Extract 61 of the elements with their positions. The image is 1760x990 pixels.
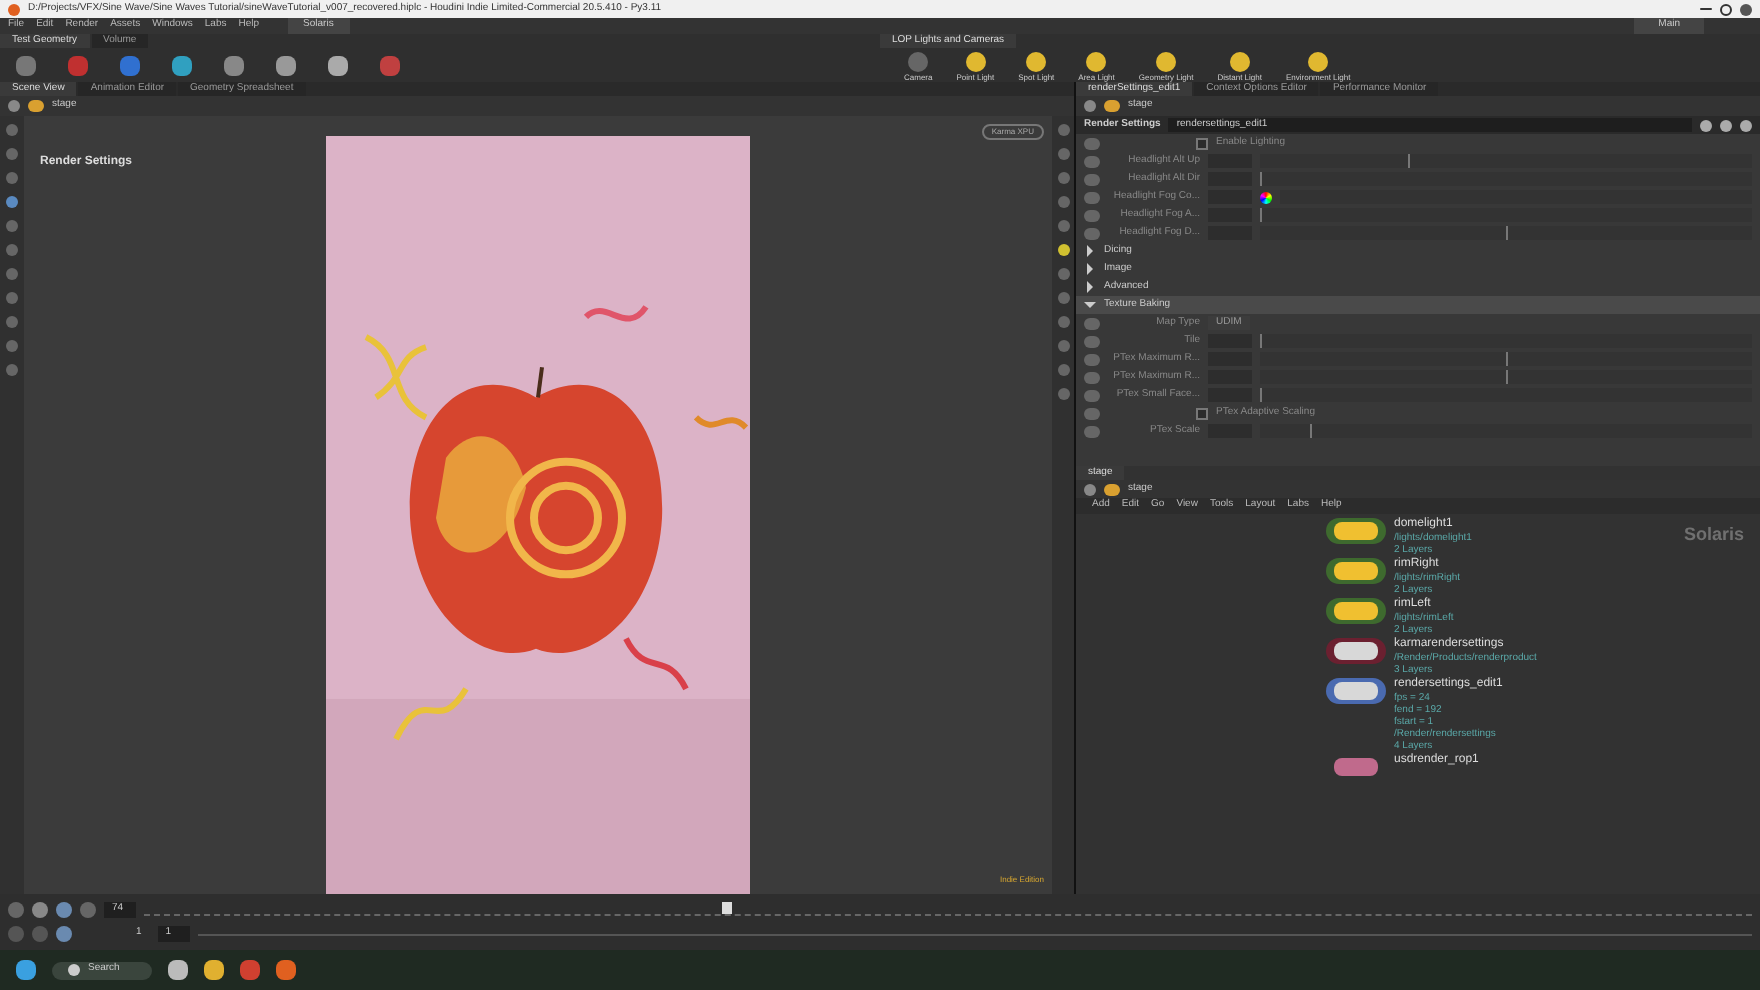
node-highlight[interactable] <box>1326 678 1386 704</box>
parameter-key-icon[interactable] <box>1084 353 1100 365</box>
color-wheel-icon[interactable] <box>1260 191 1272 203</box>
playhead[interactable] <box>722 901 733 913</box>
app-icon[interactable] <box>276 960 296 980</box>
slider-track[interactable] <box>1260 370 1752 384</box>
slider-track[interactable] <box>1260 208 1752 222</box>
slider-handle[interactable] <box>1260 334 1262 348</box>
shelf-tool-icon[interactable] <box>172 56 192 76</box>
parameter-key-icon[interactable] <box>1084 137 1100 149</box>
parameter-key-icon[interactable] <box>1084 335 1100 347</box>
slider-handle[interactable] <box>1309 424 1312 438</box>
parameter-key-icon[interactable] <box>1084 407 1100 419</box>
slider-track[interactable] <box>1260 172 1752 186</box>
expand-arrow-icon[interactable] <box>1087 245 1093 257</box>
parameter-key-icon[interactable] <box>1084 155 1100 167</box>
slider-track[interactable] <box>1260 424 1752 438</box>
checkbox[interactable] <box>1196 137 1208 149</box>
slider-track[interactable] <box>1260 334 1752 348</box>
node-highlight[interactable] <box>1326 598 1386 624</box>
node-tile[interactable] <box>1334 758 1378 776</box>
slider-track[interactable] <box>1260 154 1752 168</box>
tool-icon[interactable] <box>56 926 72 942</box>
slider-track[interactable] <box>1260 388 1752 402</box>
context-label: Solaris <box>1683 522 1744 548</box>
shelf-tool-icon[interactable] <box>224 56 244 76</box>
slider-handle[interactable] <box>1260 172 1262 186</box>
expand-arrow-icon[interactable] <box>1087 263 1093 275</box>
parameter-key-icon[interactable] <box>1084 425 1100 437</box>
slider-handle[interactable] <box>1506 226 1508 240</box>
shelf-tool-icon[interactable] <box>276 56 296 76</box>
parameter-key-icon[interactable] <box>1084 209 1100 221</box>
shelf-tool-icon[interactable] <box>328 56 348 76</box>
timeline-track[interactable] <box>144 905 1752 915</box>
slider-handle[interactable] <box>1260 388 1262 402</box>
node-highlight[interactable] <box>1326 558 1386 584</box>
slider-track[interactable] <box>1260 352 1752 366</box>
parameter-key-icon[interactable] <box>1084 317 1100 329</box>
node-tile[interactable] <box>1334 522 1378 540</box>
shelf-tool-icon[interactable] <box>120 56 140 76</box>
parameter-key-icon[interactable] <box>1084 191 1100 203</box>
parameter-key-icon[interactable] <box>1084 371 1100 383</box>
shelf-tool-icon[interactable] <box>16 56 36 76</box>
node-highlight[interactable] <box>1326 638 1386 664</box>
node-tile[interactable] <box>1334 562 1378 580</box>
parameter-key-icon[interactable] <box>1084 389 1100 401</box>
slider-handle[interactable] <box>1506 352 1508 366</box>
node-tile[interactable] <box>1334 682 1378 700</box>
slider-handle[interactable] <box>1260 208 1262 222</box>
node-highlight[interactable] <box>1326 518 1386 544</box>
app-icon[interactable] <box>8 3 20 15</box>
parameter-key-icon[interactable] <box>1084 173 1100 185</box>
checkbox[interactable] <box>1196 407 1208 419</box>
expand-arrow-icon[interactable] <box>1084 302 1096 308</box>
slider-handle[interactable] <box>1407 154 1410 168</box>
node-tile[interactable] <box>1334 642 1378 660</box>
slider-handle[interactable] <box>1506 370 1508 384</box>
slider-track[interactable] <box>1260 226 1752 240</box>
shelf-tool-icon[interactable] <box>380 56 400 76</box>
minimize-icon[interactable] <box>1700 8 1712 10</box>
node-tile[interactable] <box>1334 602 1378 620</box>
